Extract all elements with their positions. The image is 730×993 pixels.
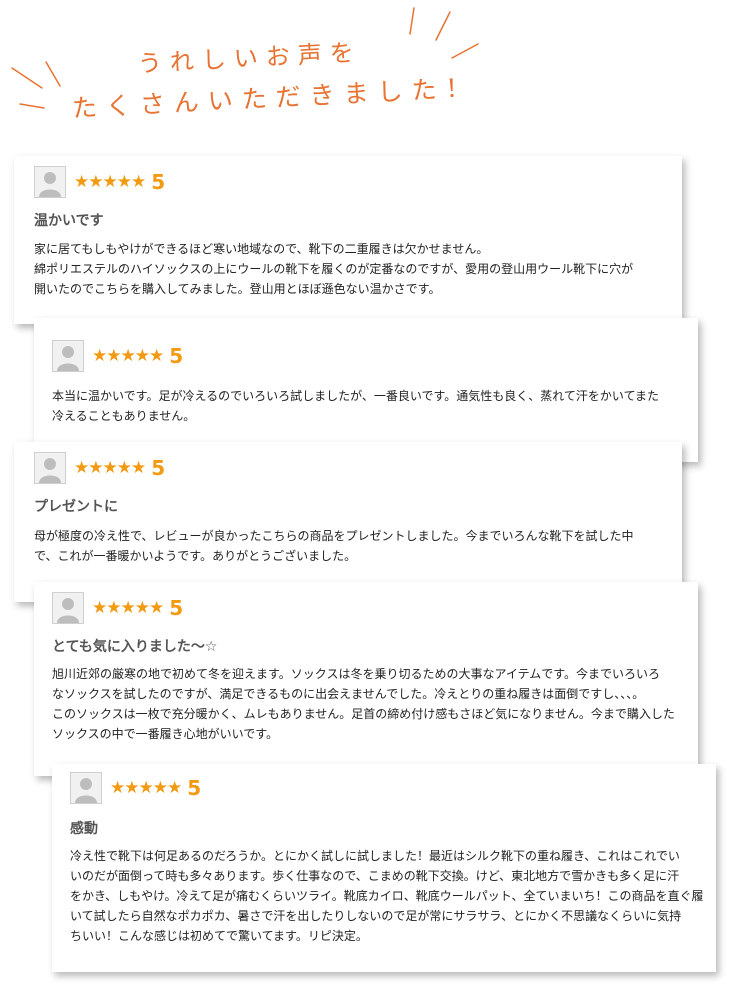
- review-title: 感動: [70, 821, 98, 837]
- header-line-2: たくさんいただきました！: [71, 72, 481, 123]
- review-title: プレゼントに: [34, 499, 118, 515]
- star-rating: ★★★★★: [74, 458, 146, 478]
- review-body: 冷え性で靴下は何足あるのだろうか。とにかく試しに試しました！最近はシルク靴下の重…: [70, 846, 704, 946]
- review-card: ★★★★★ 5 とても気に入りました〜☆ 旭川近郊の厳寒の地で初めて冬を迎えます…: [34, 582, 698, 776]
- avatar-icon: [52, 340, 84, 372]
- review-line: 冷えることもありません。: [52, 409, 196, 423]
- review-card: ★★★★★ 5 本当に温かいです。足が冷えるのでいろいろ試しましたが、一番良いで…: [34, 318, 698, 462]
- review-card: ★★★★★ 5 温かいです 家に居てもしもやけができるほど寒い地域なので、靴下の…: [14, 156, 682, 324]
- review-line: なソックスを試したのですが、満足できるものに出会えませんでした。冷えとりの重ね履…: [52, 687, 645, 701]
- review-line: いのだが面倒って時も多々あります。歩く仕事なので、こまめの靴下交換。けど、東北地…: [70, 869, 680, 883]
- rating-score: 5: [169, 596, 184, 620]
- review-body: 本当に温かいです。足が冷えるのでいろいろ試しましたが、一番良いです。通気性も良く…: [52, 386, 659, 426]
- header-line-1: うれしいお声を: [137, 38, 363, 78]
- review-body: 母が極度の冷え性で、レビューが良かったこちらの商品をプレゼントしました。今までい…: [34, 526, 634, 566]
- review-line: ちいい！こんな感じは初めてで驚いてます。リピ決定。: [70, 929, 368, 943]
- review-card: ★★★★★ 5 感動 冷え性で靴下は何足あるのだろうか。とにかく試しに試しました…: [52, 764, 716, 972]
- review-body: 家に居てもしもやけができるほど寒い地域なので、靴下の二重履きは欠かせません。 綿…: [34, 239, 633, 299]
- review-line: で、これが一番暖かいようです。ありがとうございました。: [34, 549, 357, 563]
- review-line: をかき、しもやけ。冷えて足が痛むくらいツライ。靴底カイロ、靴底ウールパット、全て…: [70, 889, 704, 903]
- review-line: ソックスの中で一番履き心地がいいです。: [52, 727, 279, 741]
- review-line: このソックスは一枚で充分暖かく、ムレもありません。足首の締め付け感もさほど気にな…: [52, 707, 675, 721]
- star-rating: ★★★★★: [110, 778, 182, 798]
- review-title: 温かいです: [34, 213, 104, 229]
- star-rating: ★★★★★: [74, 172, 146, 192]
- rating-score: 5: [151, 170, 166, 194]
- rating-score: 5: [169, 344, 184, 368]
- avatar-icon: [52, 592, 84, 624]
- rating-score: 5: [187, 776, 202, 800]
- avatar-icon: [70, 772, 102, 804]
- review-card: ★★★★★ 5 プレゼントに 母が極度の冷え性で、レビューが良かったこちらの商品…: [14, 442, 682, 602]
- review-line: 本当に温かいです。足が冷えるのでいろいろ試しましたが、一番良いです。通気性も良く…: [52, 389, 659, 403]
- review-title: とても気に入りました〜☆: [52, 639, 218, 655]
- review-line: 家に居てもしもやけができるほど寒い地域なので、靴下の二重履きは欠かせません。: [34, 242, 489, 256]
- rating-score: 5: [151, 456, 166, 480]
- star-rating: ★★★★★: [92, 346, 164, 366]
- avatar-icon: [34, 452, 66, 484]
- review-line: いて試したら自然なポカポカ、暑さで汗を出したりしないので足が常にサラサラ、とにか…: [70, 909, 682, 923]
- star-rating: ★★★★★: [92, 598, 164, 618]
- review-line: 冷え性で靴下は何足あるのだろうか。とにかく試しに試しました！最近はシルク靴下の重…: [70, 849, 680, 863]
- review-line: 綿ポリエステルのハイソックスの上にウールの靴下を履くのが定番なのですが、愛用の登…: [34, 262, 634, 276]
- review-line: 母が極度の冷え性で、レビューが良かったこちらの商品をプレゼントしました。今までい…: [34, 529, 634, 543]
- review-line: 開いたのでこちらを購入してみました。登山用とほぼ遜色ない温かさです。: [34, 282, 441, 296]
- review-line: 旭川近郊の厳寒の地で初めて冬を迎えます。ソックスは冬を乗り切るための大事なアイテ…: [52, 667, 661, 681]
- avatar-icon: [34, 166, 66, 198]
- review-body: 旭川近郊の厳寒の地で初めて冬を迎えます。ソックスは冬を乗り切るための大事なアイテ…: [52, 664, 675, 744]
